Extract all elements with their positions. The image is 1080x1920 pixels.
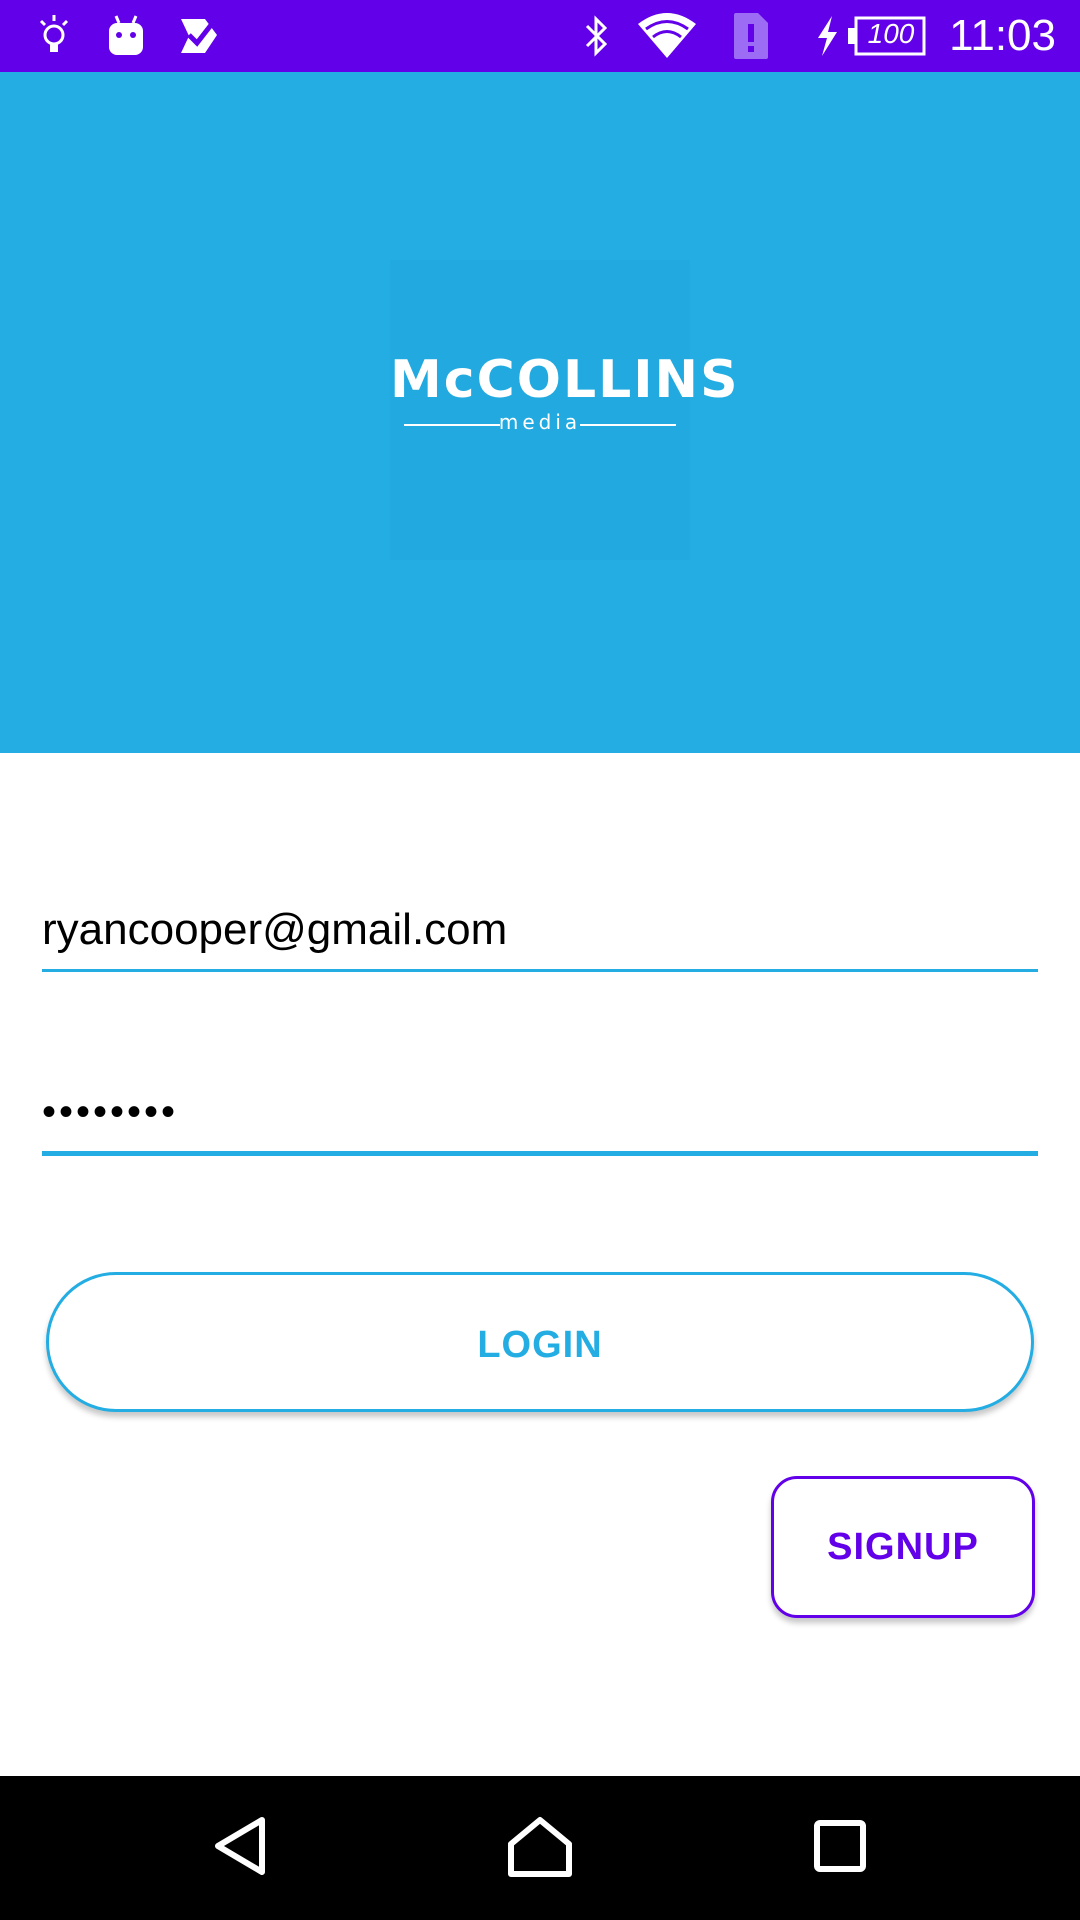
sim-alert-icon: [730, 10, 772, 62]
lightbulb-icon: [34, 10, 74, 62]
charging-icon: [812, 10, 842, 62]
bluetooth-icon: [578, 10, 614, 62]
login-screen: 100 11:03 McCOLLINS media LOGIN SIGNUP: [0, 0, 1080, 1920]
email-field: [42, 905, 1038, 972]
android-icon: [104, 10, 148, 62]
recents-button[interactable]: [790, 1798, 890, 1898]
password-field: [42, 1090, 1038, 1156]
password-underline: [42, 1151, 1038, 1156]
status-time: 11:03: [949, 11, 1056, 60]
password-input[interactable]: [42, 1090, 1038, 1135]
logo-title: McCOLLINS: [390, 350, 740, 410]
recents-icon: [812, 1818, 868, 1879]
battery-level-text: 100: [867, 18, 915, 49]
check-badge-icon: [176, 10, 222, 62]
signup-button[interactable]: SIGNUP: [771, 1476, 1035, 1618]
back-button[interactable]: [190, 1798, 290, 1898]
brand-logo: McCOLLINS media: [390, 260, 740, 560]
navigation-bar: [0, 1776, 1080, 1920]
hero-banner: McCOLLINS media: [0, 72, 1080, 753]
login-button[interactable]: LOGIN: [46, 1272, 1034, 1412]
battery-icon: 100: [846, 10, 928, 62]
home-button[interactable]: [490, 1798, 590, 1898]
logo-subtitle: media: [498, 410, 582, 434]
email-underline: [42, 969, 1038, 972]
back-icon: [210, 1814, 270, 1883]
home-icon: [507, 1814, 573, 1883]
status-bar: 100 11:03: [0, 0, 1080, 72]
email-input[interactable]: [42, 905, 1038, 955]
wifi-icon: [636, 10, 698, 62]
